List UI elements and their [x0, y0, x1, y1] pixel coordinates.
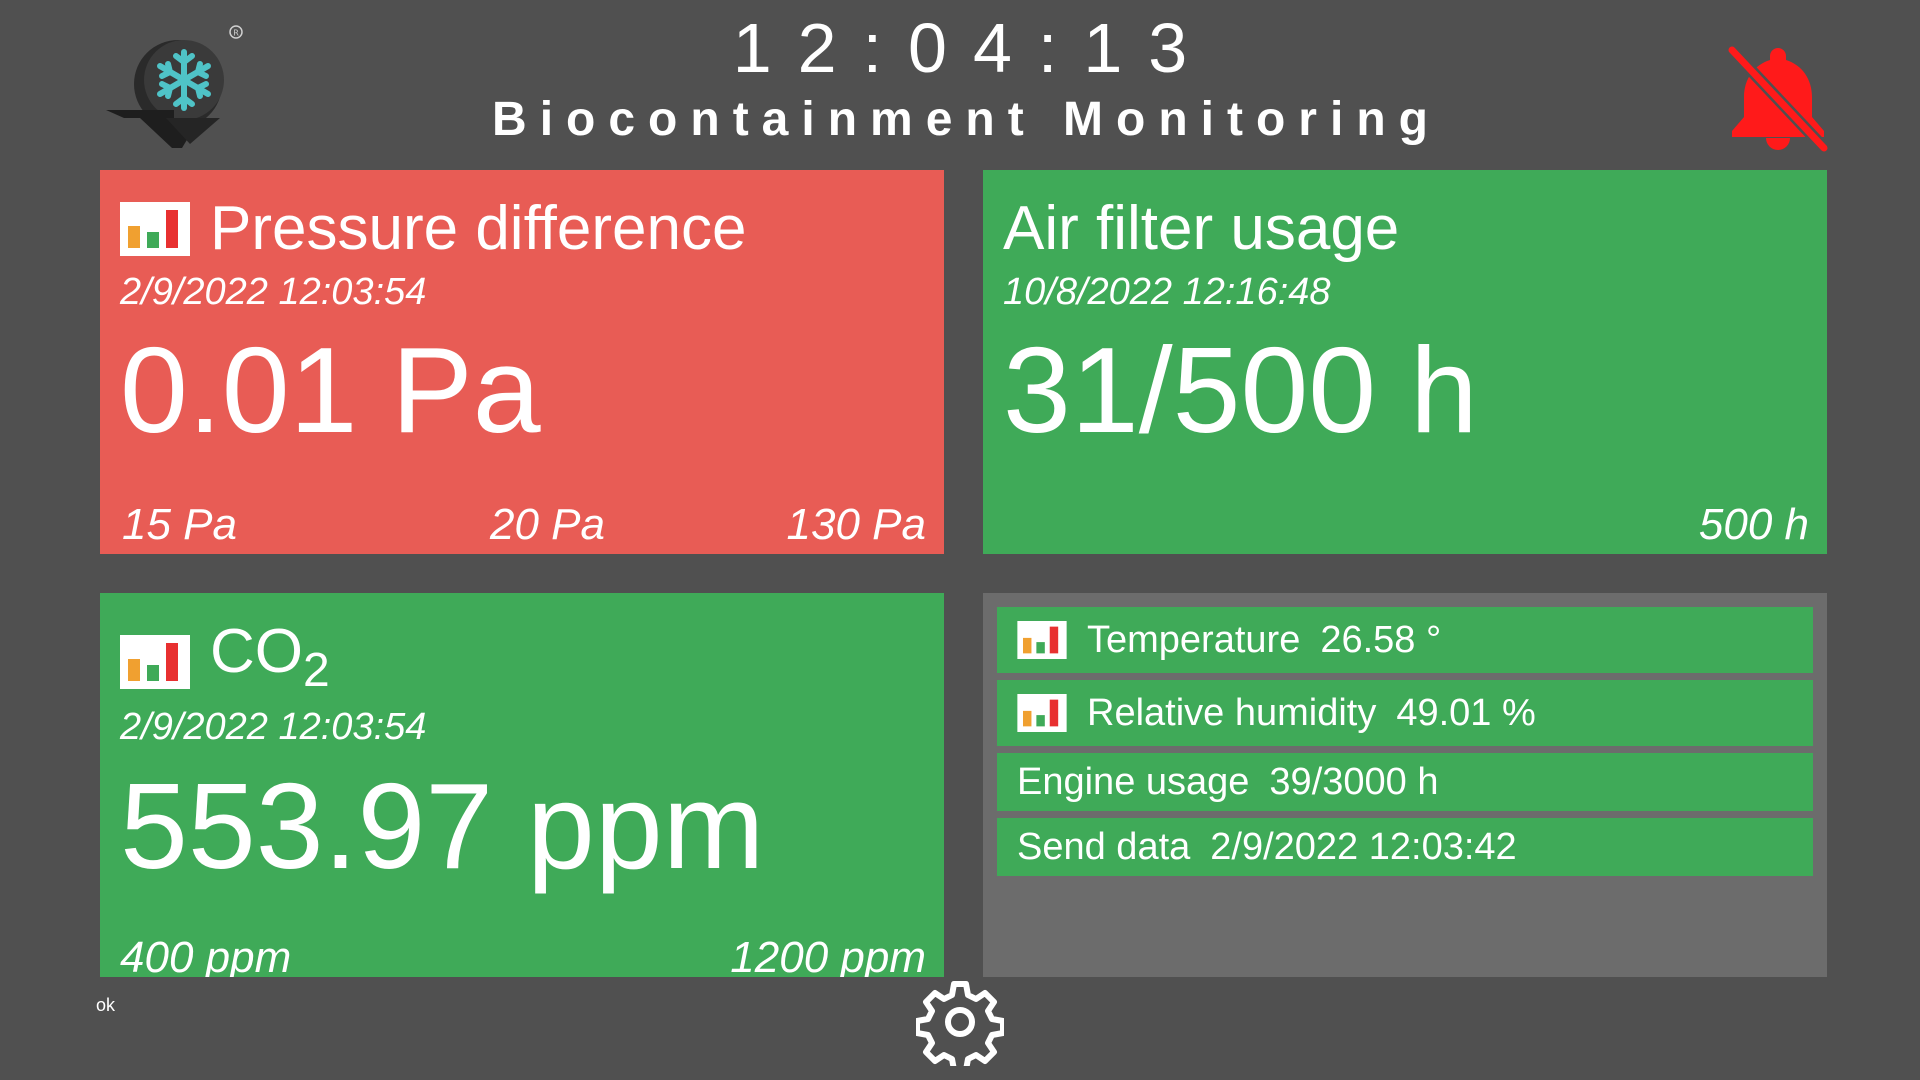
gear-icon[interactable]	[916, 978, 1004, 1066]
pressure-card[interactable]: Pressure difference 2/9/2022 12:03:54 0.…	[100, 170, 944, 554]
send-data-label: Send data	[1017, 825, 1191, 868]
bar-chart-icon[interactable]	[1017, 621, 1067, 659]
co2-timestamp: 2/9/2022 12:03:54	[120, 706, 427, 748]
status-text: ok	[96, 995, 116, 1015]
co2-threshold-high: 1200 ppm	[730, 933, 926, 977]
pressure-timestamp: 2/9/2022 12:03:54	[120, 271, 427, 313]
co2-threshold-low: 400 ppm	[120, 933, 292, 977]
air-filter-title: Air filter usage	[1003, 194, 1400, 263]
app-title: Biocontainment Monitoring	[492, 93, 1441, 146]
send-data-value: 2/9/2022 12:03:42	[1210, 825, 1517, 868]
pressure-title: Pressure difference	[210, 194, 747, 263]
humidity-value: 49.01 %	[1396, 691, 1536, 734]
engine-usage-row: Engine usage 39/3000 h	[997, 753, 1813, 811]
air-filter-card[interactable]: Air filter usage 10/8/2022 12:16:48 31/5…	[983, 170, 1827, 554]
pressure-threshold-low: 15 Pa	[122, 500, 237, 549]
bar-chart-icon[interactable]	[120, 202, 190, 256]
humidity-label: Relative humidity	[1087, 691, 1377, 734]
co2-card[interactable]: CO2 2/9/2022 12:03:54 553.97 ppm 400 ppm…	[100, 593, 944, 977]
send-data-row: Send data 2/9/2022 12:03:42	[997, 818, 1813, 876]
bar-chart-icon[interactable]	[1017, 694, 1067, 732]
temperature-row[interactable]: Temperature 26.58 °	[997, 607, 1813, 673]
co2-subscript: 2	[303, 644, 330, 697]
bell-muted-icon[interactable]	[1726, 42, 1830, 154]
pressure-threshold-high: 130 Pa	[786, 500, 926, 549]
bar-chart-icon[interactable]	[120, 634, 190, 689]
co2-value: 553.97 ppm	[120, 758, 765, 894]
info-panel: Temperature 26.58 ° Relative humidity 49…	[983, 593, 1827, 977]
engine-usage-label: Engine usage	[1017, 760, 1250, 803]
air-filter-timestamp: 10/8/2022 12:16:48	[1003, 271, 1331, 313]
air-filter-value: 31/500 h	[1003, 322, 1478, 458]
temperature-label: Temperature	[1087, 618, 1301, 661]
pressure-threshold-mid: 20 Pa	[490, 500, 605, 549]
air-filter-threshold: 500 h	[1698, 500, 1809, 549]
temperature-value: 26.58 °	[1320, 618, 1442, 661]
engine-usage-value: 39/3000 h	[1269, 760, 1439, 803]
clock: 12:04:13	[732, 9, 1214, 87]
humidity-row[interactable]: Relative humidity 49.01 %	[997, 680, 1813, 746]
co2-title: CO2	[210, 617, 330, 697]
pressure-value: 0.01 Pa	[120, 322, 541, 458]
